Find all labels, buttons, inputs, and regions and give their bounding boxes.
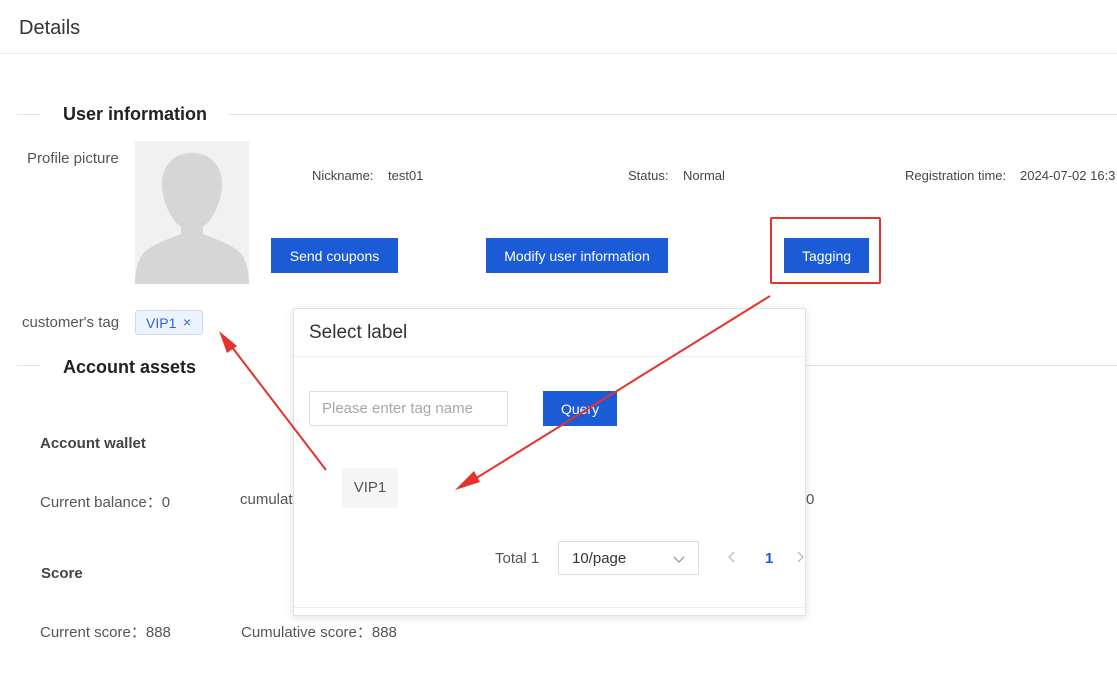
nickname-value: test01: [388, 168, 424, 183]
select-label-modal: Select label Query VIP1 Total 1 10/page …: [293, 308, 806, 616]
chevron-down-icon: [672, 552, 686, 570]
label-option-vip1[interactable]: VIP1: [342, 468, 398, 508]
avatar-placeholder-icon: [135, 153, 249, 284]
modify-user-info-button[interactable]: Modify user information: [486, 238, 668, 273]
header-bar: Details: [0, 0, 1117, 54]
assets-divider-right: [806, 365, 1117, 366]
status-value: Normal: [683, 168, 725, 183]
cumulative-score-text: Cumulative score：888: [241, 624, 397, 641]
section-divider-right: [229, 114, 1117, 115]
customer-tag-label: customer's tag: [22, 314, 120, 331]
send-coupons-button[interactable]: Send coupons: [271, 238, 398, 273]
chevron-right-icon[interactable]: [797, 549, 805, 570]
profile-picture-label: Profile picture: [27, 150, 119, 167]
avatar: [135, 141, 249, 284]
current-score-text: Current score：888: [40, 624, 171, 641]
section-divider-left: [17, 114, 40, 115]
wallet-right-value-text: 0: [806, 491, 815, 508]
modal-header-divider: [294, 356, 805, 357]
customer-tag-text: VIP1: [146, 315, 177, 331]
assets-divider-left: [17, 365, 40, 366]
modal-title: Select label: [309, 322, 408, 343]
account-wallet-title: Account wallet: [40, 435, 146, 452]
page-size-select[interactable]: 10/page: [558, 541, 699, 575]
tag-name-search-input[interactable]: [309, 391, 508, 426]
registration-time-value: 2024-07-02 16:3: [1020, 168, 1116, 183]
cumulative-balance-text: cumulat: [240, 491, 293, 508]
page-title: Details: [19, 17, 81, 39]
arrowhead-to-tag: [219, 331, 237, 353]
tag-close-icon[interactable]: ×: [183, 314, 191, 330]
query-button[interactable]: Query: [543, 391, 617, 426]
customer-tag-chip: VIP1 ×: [135, 310, 203, 335]
registration-time-label: Registration time:: [905, 168, 1007, 183]
modal-footer-divider: [294, 607, 805, 608]
page-size-value: 10/page: [572, 550, 627, 567]
annotation-highlight-box: [770, 217, 881, 284]
user-info-section-title: User information: [63, 104, 208, 124]
status-label: Status:: [628, 168, 669, 183]
account-assets-section-title: Account assets: [63, 357, 197, 377]
current-balance-text: Current balance：0: [40, 494, 171, 511]
chevron-left-icon[interactable]: [726, 549, 738, 570]
pagination-current-page[interactable]: 1: [765, 550, 773, 567]
pagination-total: Total 1: [495, 550, 540, 567]
nickname-label: Nickname:: [312, 168, 374, 183]
score-title: Score: [41, 565, 83, 582]
